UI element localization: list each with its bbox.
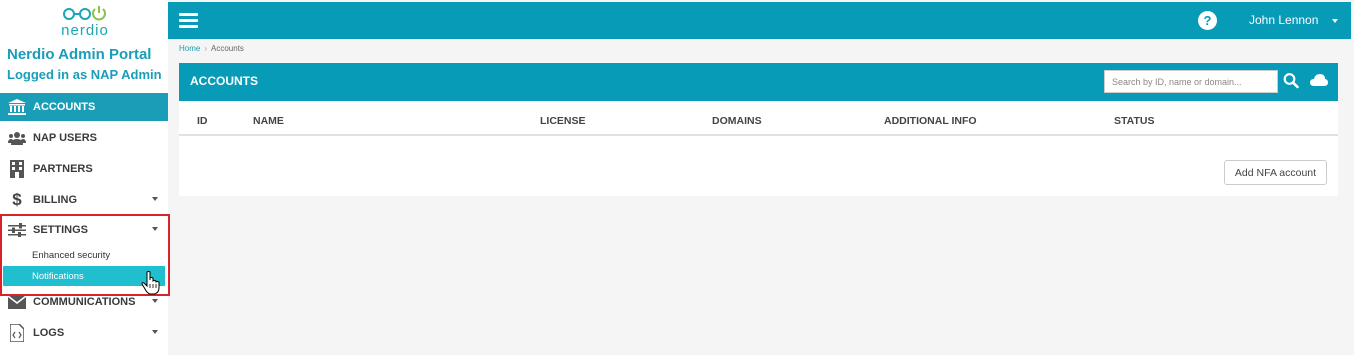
panel-header: ACCOUNTS xyxy=(179,63,1338,101)
sidebar-item-label: NAP USERS xyxy=(33,132,97,144)
sidebar: nerdio Nerdio Admin Portal Logged in as … xyxy=(0,0,170,355)
sidebar-item-billing[interactable]: $ BILLING xyxy=(0,186,168,214)
breadcrumb: Home › Accounts xyxy=(179,44,244,53)
column-header-license[interactable]: LICENSE xyxy=(540,115,586,127)
table-header: ID NAME LICENSE DOMAINS ADDITIONAL INFO … xyxy=(179,101,1338,136)
column-header-name[interactable]: NAME xyxy=(253,115,284,127)
top-bar: ? John Lennon xyxy=(168,2,1351,39)
breadcrumb-home[interactable]: Home xyxy=(179,44,200,53)
column-header-id[interactable]: ID xyxy=(197,115,208,127)
search-icon[interactable] xyxy=(1283,72,1299,90)
column-header-status[interactable]: STATUS xyxy=(1114,115,1154,127)
building-icon xyxy=(8,160,26,178)
logged-in-label: Logged in as NAP Admin xyxy=(7,67,162,82)
bank-icon xyxy=(8,98,26,116)
hand-cursor-icon xyxy=(141,271,161,295)
sidebar-item-label: ACCOUNTS xyxy=(33,101,96,113)
panel-title: ACCOUNTS xyxy=(190,74,258,88)
user-menu[interactable]: John Lennon xyxy=(1249,13,1318,27)
logo-text: nerdio xyxy=(61,22,109,39)
sidebar-item-accounts[interactable]: ACCOUNTS xyxy=(0,93,168,121)
sidebar-item-label: PARTNERS xyxy=(33,163,93,175)
chevron-down-icon xyxy=(152,330,158,334)
portal-title: Nerdio Admin Portal xyxy=(7,46,152,63)
add-nfa-account-button[interactable]: Add NFA account xyxy=(1224,160,1327,185)
sidebar-item-label: COMMUNICATIONS xyxy=(33,296,136,308)
help-icon[interactable]: ? xyxy=(1198,11,1217,30)
search-input[interactable] xyxy=(1104,70,1278,93)
nerdio-logo[interactable]: nerdio xyxy=(55,4,115,39)
sidebar-item-partners[interactable]: PARTNERS xyxy=(0,155,168,183)
dollar-icon: $ xyxy=(12,190,22,209)
breadcrumb-separator: › xyxy=(204,44,208,53)
hamburger-menu-icon[interactable] xyxy=(179,13,198,28)
accounts-panel: ACCOUNTS ID NAME LICENSE DOMAINS ADDITIO… xyxy=(179,63,1338,196)
code-file-icon xyxy=(8,324,26,342)
sidebar-item-label: BILLING xyxy=(33,194,77,206)
breadcrumb-current: Accounts xyxy=(211,44,244,53)
column-header-additional-info[interactable]: ADDITIONAL INFO xyxy=(884,115,977,127)
column-header-domains[interactable]: DOMAINS xyxy=(712,115,762,127)
cloud-icon[interactable] xyxy=(1310,73,1328,87)
sidebar-item-label: LOGS xyxy=(33,327,65,339)
chevron-down-icon[interactable] xyxy=(1332,19,1338,23)
chevron-down-icon xyxy=(152,197,158,201)
sidebar-item-nap-users[interactable]: NAP USERS xyxy=(0,124,168,152)
chevron-down-icon xyxy=(152,299,158,303)
sidebar-item-logs[interactable]: LOGS xyxy=(0,319,168,347)
users-icon xyxy=(8,129,26,147)
